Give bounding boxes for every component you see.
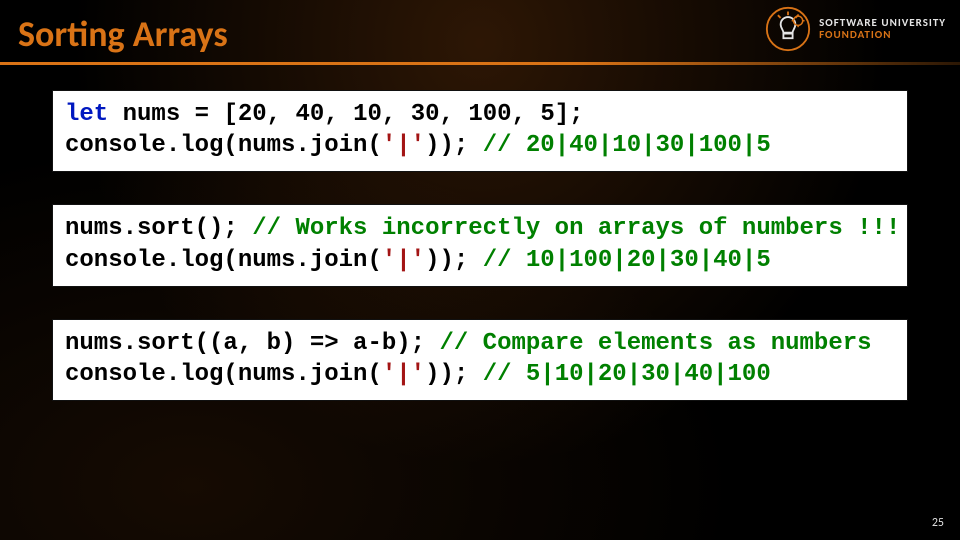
slide-title: Sorting Arrays xyxy=(18,12,228,56)
logo-text: SOFTWARE UNIVERSITY FOUNDATION xyxy=(819,17,946,40)
header-divider xyxy=(0,62,960,65)
content-area: let nums = [20, 40, 10, 30, 100, 5]; con… xyxy=(52,90,908,401)
lightbulb-gear-icon xyxy=(765,6,811,52)
code-block-1: let nums = [20, 40, 10, 30, 100, 5]; con… xyxy=(52,90,908,172)
code-block-2: nums.sort(); // Works incorrectly on arr… xyxy=(52,204,908,286)
page-number: 25 xyxy=(932,516,944,530)
code-block-3: nums.sort((a, b) => a-b); // Compare ele… xyxy=(52,319,908,401)
logo: SOFTWARE UNIVERSITY FOUNDATION xyxy=(765,6,946,52)
logo-line-2: FOUNDATION xyxy=(819,29,946,41)
